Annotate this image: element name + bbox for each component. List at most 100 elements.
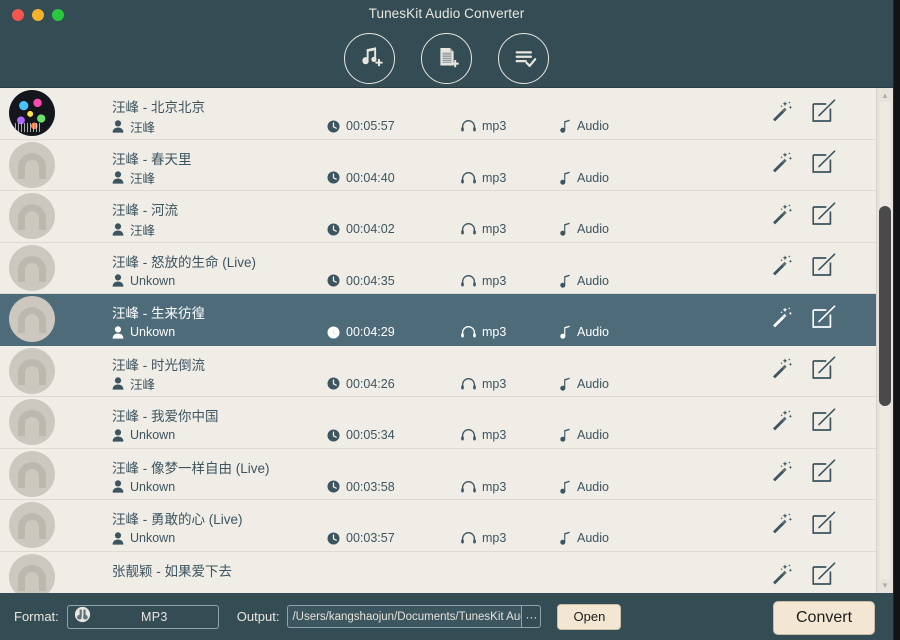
title-bar: TunesKit Audio Converter [0, 0, 893, 29]
row-format: mp3 [461, 221, 506, 237]
scrollbar-thumb[interactable] [879, 206, 891, 406]
format-label: Format: [14, 609, 59, 624]
row-artist: 汪峰 [112, 170, 155, 186]
row-kind-label: Audio [577, 119, 609, 133]
audio-file-list[interactable]: 汪峰 - 北京北京 汪峰 00:05:57 mp3 Audio [0, 87, 893, 593]
row-actions [767, 243, 877, 294]
row-format-label: mp3 [482, 171, 506, 185]
edit-square-icon [811, 201, 837, 232]
effect-edit-button[interactable] [767, 201, 797, 231]
headphone-icon [461, 275, 476, 287]
row-title: 汪峰 - 北京北京 [112, 96, 205, 116]
convert-button[interactable]: Convert [773, 601, 875, 635]
row-actions [767, 552, 877, 594]
table-row[interactable]: 汪峰 - 春天里 汪峰 00:04:40 mp3 Audio [0, 140, 877, 192]
person-icon [112, 532, 124, 545]
table-row[interactable]: 汪峰 - 勇敢的心 (Live) Unkown 00:03:57 mp3 Aud… [0, 500, 877, 552]
row-artist-label: Unkown [130, 480, 175, 494]
music-note-icon [560, 428, 571, 442]
album-art-thumbnail [9, 245, 55, 291]
album-art-thumbnail [9, 296, 55, 342]
table-row[interactable]: 汪峰 - 生来彷徨 Unkown 00:04:29 mp3 Audio [0, 294, 877, 346]
add-file-button[interactable] [421, 33, 472, 84]
format-select[interactable]: MP3 [67, 605, 219, 629]
edit-square-icon [811, 407, 837, 438]
row-kind-label: Audio [577, 428, 609, 442]
task-list-button[interactable] [498, 33, 549, 84]
row-artist: Unkown [112, 324, 175, 340]
row-artist: 汪峰 [112, 376, 155, 392]
row-artist-label: 汪峰 [130, 374, 155, 393]
trim-edit-button[interactable] [809, 150, 839, 180]
effect-edit-button[interactable] [767, 407, 797, 437]
effect-edit-button[interactable] [767, 304, 797, 334]
browse-button[interactable]: ··· [521, 605, 541, 628]
scroll-down-arrow[interactable]: ▼ [877, 579, 893, 592]
row-title: 汪峰 - 河流 [112, 199, 178, 219]
trim-edit-button[interactable] [809, 98, 839, 128]
open-button[interactable]: Open [557, 604, 621, 630]
edit-square-icon [811, 149, 837, 180]
music-note-icon [560, 531, 571, 545]
trim-edit-button[interactable] [809, 253, 839, 283]
row-duration-label: 00:03:57 [346, 531, 395, 545]
trim-edit-button[interactable] [809, 201, 839, 231]
trim-edit-button[interactable] [809, 356, 839, 386]
row-duration-label: 00:04:35 [346, 274, 395, 288]
edit-square-icon [811, 98, 837, 129]
scroll-up-arrow[interactable]: ▲ [877, 89, 893, 102]
trim-edit-button[interactable] [809, 459, 839, 489]
row-kind: Audio [560, 221, 609, 237]
trim-edit-button[interactable] [809, 304, 839, 334]
album-art-thumbnail [9, 502, 55, 548]
music-note-icon [560, 171, 571, 185]
row-actions [767, 346, 877, 397]
row-duration: 00:04:40 [327, 170, 395, 186]
trim-edit-button[interactable] [809, 562, 839, 592]
table-row[interactable]: 汪峰 - 我爱你中国 Unkown 00:05:34 mp3 Audio [0, 397, 877, 449]
table-row[interactable]: 汪峰 - 怒放的生命 (Live) Unkown 00:04:35 mp3 Au… [0, 243, 877, 295]
music-note-icon [560, 480, 571, 494]
music-note-icon [560, 274, 571, 288]
row-format-label: mp3 [482, 222, 506, 236]
effect-edit-button[interactable] [767, 510, 797, 540]
effect-edit-button[interactable] [767, 356, 797, 386]
row-duration: 00:05:34 [327, 427, 395, 443]
row-artist-label: Unkown [130, 274, 175, 288]
row-body: 张靓颖 - 如果爱下去 [55, 552, 877, 594]
row-format: mp3 [461, 530, 506, 546]
table-row[interactable]: 汪峰 - 河流 汪峰 00:04:02 mp3 Audio [0, 191, 877, 243]
output-path-input[interactable]: /Users/kangshaojun/Documents/TunesKit Au… [287, 605, 521, 628]
row-format-label: mp3 [482, 428, 506, 442]
table-row[interactable]: 汪峰 - 时光倒流 汪峰 00:04:26 mp3 Audio [0, 346, 877, 398]
row-kind: Audio [560, 170, 609, 186]
trim-edit-button[interactable] [809, 510, 839, 540]
effect-edit-button[interactable] [767, 253, 797, 283]
effect-edit-button[interactable] [767, 459, 797, 489]
list-scrollbar[interactable]: ▲ ▼ [876, 88, 893, 593]
row-artist-label: Unkown [130, 428, 175, 442]
row-actions [767, 294, 877, 345]
effect-edit-button[interactable] [767, 150, 797, 180]
row-artist-label: 汪峰 [130, 168, 155, 187]
row-actions [767, 500, 877, 551]
window-title: TunesKit Audio Converter [0, 6, 893, 21]
headphone-icon [461, 378, 476, 390]
effect-edit-button[interactable] [767, 562, 797, 592]
row-body: 汪峰 - 时光倒流 汪峰 00:04:26 mp3 Audio [55, 346, 877, 397]
magic-wand-icon [770, 305, 794, 334]
row-duration: 00:04:26 [327, 376, 395, 392]
app-window: TunesKit Audio Converter [0, 0, 894, 640]
trim-edit-button[interactable] [809, 407, 839, 437]
add-audio-button[interactable] [344, 33, 395, 84]
table-row[interactable]: 汪峰 - 像梦一样自由 (Live) Unkown 00:03:58 mp3 A… [0, 449, 877, 501]
table-row[interactable]: 张靓颖 - 如果爱下去 [0, 552, 877, 594]
format-value: MP3 [91, 610, 218, 624]
row-kind: Audio [560, 530, 609, 546]
row-format: mp3 [461, 118, 506, 134]
row-duration-label: 00:05:57 [346, 119, 395, 133]
magic-wand-icon [770, 253, 794, 282]
table-row[interactable]: 汪峰 - 北京北京 汪峰 00:05:57 mp3 Audio [0, 88, 877, 140]
clock-icon [327, 326, 340, 339]
effect-edit-button[interactable] [767, 98, 797, 128]
